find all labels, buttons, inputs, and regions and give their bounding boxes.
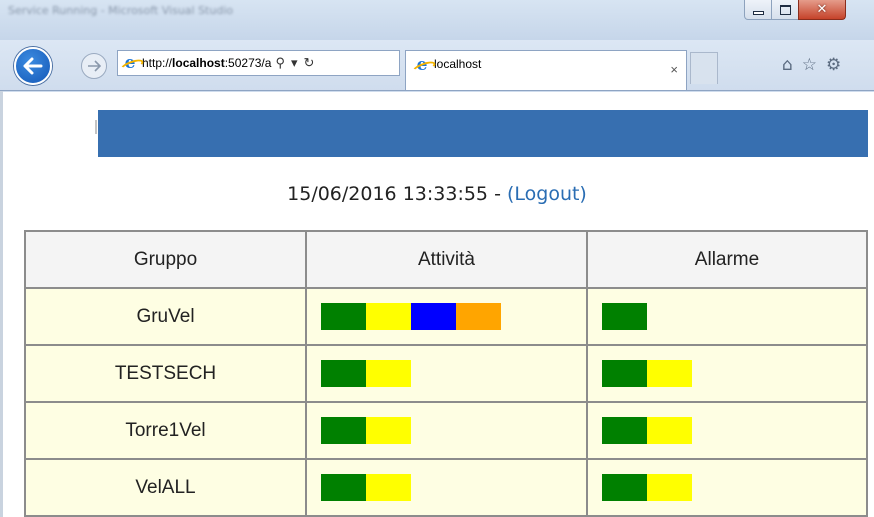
status-indicator xyxy=(321,474,366,501)
attivita-cell xyxy=(305,458,588,517)
allarme-cell xyxy=(586,287,868,346)
table-row: VelALL xyxy=(24,458,868,517)
window-titlebar: Service Running - Microsoft Visual Studi… xyxy=(0,0,874,40)
status-indicator xyxy=(602,417,647,444)
allarme-indicators xyxy=(602,417,866,444)
minimize-icon xyxy=(752,10,764,15)
status-table: Gruppo Attività Allarme GruVel TESTSECH To… xyxy=(24,230,868,517)
status-indicator xyxy=(321,303,366,330)
attivita-indicators xyxy=(321,474,586,501)
group-name-cell: Torre1Vel xyxy=(24,401,307,460)
table-row: Torre1Vel xyxy=(24,401,868,460)
group-name-cell: GruVel xyxy=(24,287,307,346)
datetime-line: 15/06/2016 13:33:55 - (Logout) xyxy=(0,183,874,205)
status-indicator xyxy=(366,360,411,387)
status-indicator xyxy=(602,474,647,501)
content-divider xyxy=(0,90,874,91)
window-title: Service Running - Microsoft Visual Studi… xyxy=(8,4,234,17)
page-header-band xyxy=(98,110,868,157)
status-indicator xyxy=(321,417,366,444)
column-header-allarme: Allarme xyxy=(586,230,868,289)
tab-ie-icon: e xyxy=(414,57,430,74)
favorites-icon[interactable]: ☆ xyxy=(802,55,817,75)
forward-arrow-icon xyxy=(88,60,101,72)
minimize-button[interactable] xyxy=(744,0,772,20)
allarme-indicators xyxy=(602,303,866,330)
table-row: GruVel xyxy=(24,287,868,346)
browser-tab[interactable]: e localhost × xyxy=(405,50,687,90)
search-icon[interactable]: ⚲ xyxy=(275,55,285,71)
status-indicator xyxy=(366,417,411,444)
attivita-cell xyxy=(305,344,588,403)
attivita-indicators xyxy=(321,417,586,444)
allarme-cell xyxy=(586,344,868,403)
datetime-separator: - xyxy=(488,183,507,205)
url-text: http://localhost:50273/a xyxy=(142,56,272,70)
address-bar[interactable]: e http://localhost:50273/a ⚲ ▾ ↻ xyxy=(117,50,400,76)
maximize-button[interactable] xyxy=(771,0,799,20)
status-indicator xyxy=(321,360,366,387)
back-button[interactable] xyxy=(14,47,52,85)
refresh-icon[interactable]: ↻ xyxy=(304,55,315,71)
status-indicator xyxy=(647,474,692,501)
toolbar-icons: ⌂ ☆ ⚙ xyxy=(782,55,841,75)
status-indicator xyxy=(366,303,411,330)
header-marker xyxy=(95,120,97,134)
allarme-indicators xyxy=(602,474,866,501)
allarme-indicators xyxy=(602,360,866,387)
attivita-indicators xyxy=(321,303,586,330)
allarme-cell xyxy=(586,401,868,460)
table-row: TESTSECH xyxy=(24,344,868,403)
status-indicator xyxy=(647,417,692,444)
group-name-cell: TESTSECH xyxy=(24,344,307,403)
attivita-cell xyxy=(305,287,588,346)
logout-link[interactable]: (Logout) xyxy=(507,183,587,205)
column-header-attivita: Attività xyxy=(305,230,588,289)
tab-title: localhost xyxy=(434,57,482,71)
forward-button[interactable] xyxy=(81,53,107,79)
dropdown-icon[interactable]: ▾ xyxy=(291,55,298,71)
maximize-icon xyxy=(779,4,791,15)
ie-icon: e xyxy=(122,55,138,72)
close-window-button[interactable]: ✕ xyxy=(798,0,846,20)
attivita-indicators xyxy=(321,360,586,387)
datetime-text: 15/06/2016 13:33:55 xyxy=(287,183,489,205)
table-header-row: Gruppo Attività Allarme xyxy=(24,230,868,289)
status-indicator xyxy=(366,474,411,501)
home-icon[interactable]: ⌂ xyxy=(782,55,793,75)
allarme-cell xyxy=(586,458,868,517)
column-header-gruppo: Gruppo xyxy=(24,230,307,289)
settings-gear-icon[interactable]: ⚙ xyxy=(826,55,841,75)
back-arrow-icon xyxy=(23,57,43,75)
tab-close-icon[interactable]: × xyxy=(670,62,678,77)
status-indicator xyxy=(647,360,692,387)
status-indicator xyxy=(602,303,647,330)
status-indicator xyxy=(602,360,647,387)
group-name-cell: VelALL xyxy=(24,458,307,517)
attivita-cell xyxy=(305,401,588,460)
close-icon: ✕ xyxy=(816,2,828,17)
new-tab-button[interactable] xyxy=(690,52,718,84)
status-indicator xyxy=(456,303,501,330)
scroll-edge xyxy=(0,91,3,517)
status-indicator xyxy=(411,303,456,330)
